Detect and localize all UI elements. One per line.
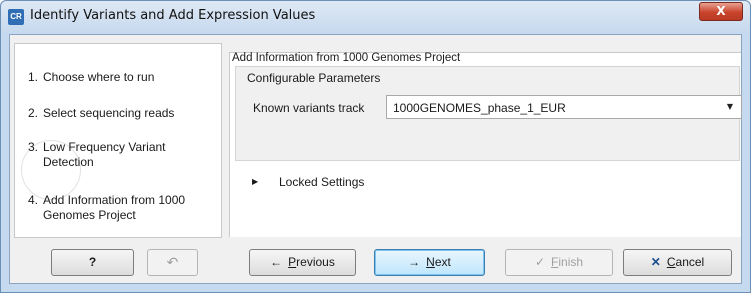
step-label: Add Information from 1000 Genomes Projec…	[43, 193, 186, 222]
undo-button[interactable]: ↶	[147, 249, 198, 276]
arrow-left-icon: ←	[270, 255, 283, 269]
dialog-window: CR Identify Variants and Add Expression …	[0, 0, 751, 293]
expand-triangle-icon: ▶	[252, 177, 259, 186]
known-variants-track-select[interactable]: 1000GENOMES_phase_1_EUR ▼	[386, 95, 742, 119]
group-title: Configurable Parameters	[247, 71, 381, 85]
configurable-parameters-group: Configurable Parameters Known variants t…	[235, 66, 742, 161]
cancel-button[interactable]: ✕ Cancel	[623, 249, 732, 276]
dialog-body: 1. Choose where to run 2. Select sequenc…	[9, 34, 742, 284]
x-icon: ✕	[650, 255, 661, 269]
step-label: Low Frequency Variant Detection	[43, 140, 166, 169]
app-icon: CR	[8, 9, 24, 25]
step-number: 2.	[28, 106, 39, 120]
previous-button[interactable]: ← Previous	[249, 249, 356, 276]
finish-button[interactable]: ✓ Finish	[505, 249, 613, 276]
section-title: Add Information from 1000 Genomes Projec…	[232, 52, 461, 64]
step-number: 3.	[28, 140, 39, 154]
help-button[interactable]: ?	[51, 249, 134, 276]
close-button[interactable]: X	[699, 2, 743, 21]
window-title: Identify Variants and Add Expression Val…	[30, 8, 316, 23]
step-number: 4.	[28, 193, 39, 207]
next-button[interactable]: → Next	[374, 249, 485, 276]
close-icon: X	[716, 4, 726, 18]
known-variants-track-label: Known variants track	[253, 101, 365, 115]
selected-track-value: 1000GENOMES_phase_1_EUR	[393, 101, 566, 115]
title-bar[interactable]: CR Identify Variants and Add Expression …	[1, 1, 750, 33]
arrow-right-icon: →	[408, 255, 421, 269]
settings-panel: Add Information from 1000 Genomes Projec…	[229, 52, 742, 237]
question-icon: ?	[88, 255, 97, 269]
undo-arrow-icon: ↶	[166, 254, 179, 270]
checkmark-icon: ✓	[534, 255, 546, 269]
wizard-steps-panel: 1. Choose where to run 2. Select sequenc…	[14, 43, 222, 238]
step-number: 1.	[28, 70, 39, 84]
step-label: Select sequencing reads	[43, 106, 175, 120]
step-label: Choose where to run	[43, 70, 155, 84]
chevron-down-icon: ▼	[726, 102, 733, 111]
locked-settings-label: Locked Settings	[279, 175, 365, 189]
